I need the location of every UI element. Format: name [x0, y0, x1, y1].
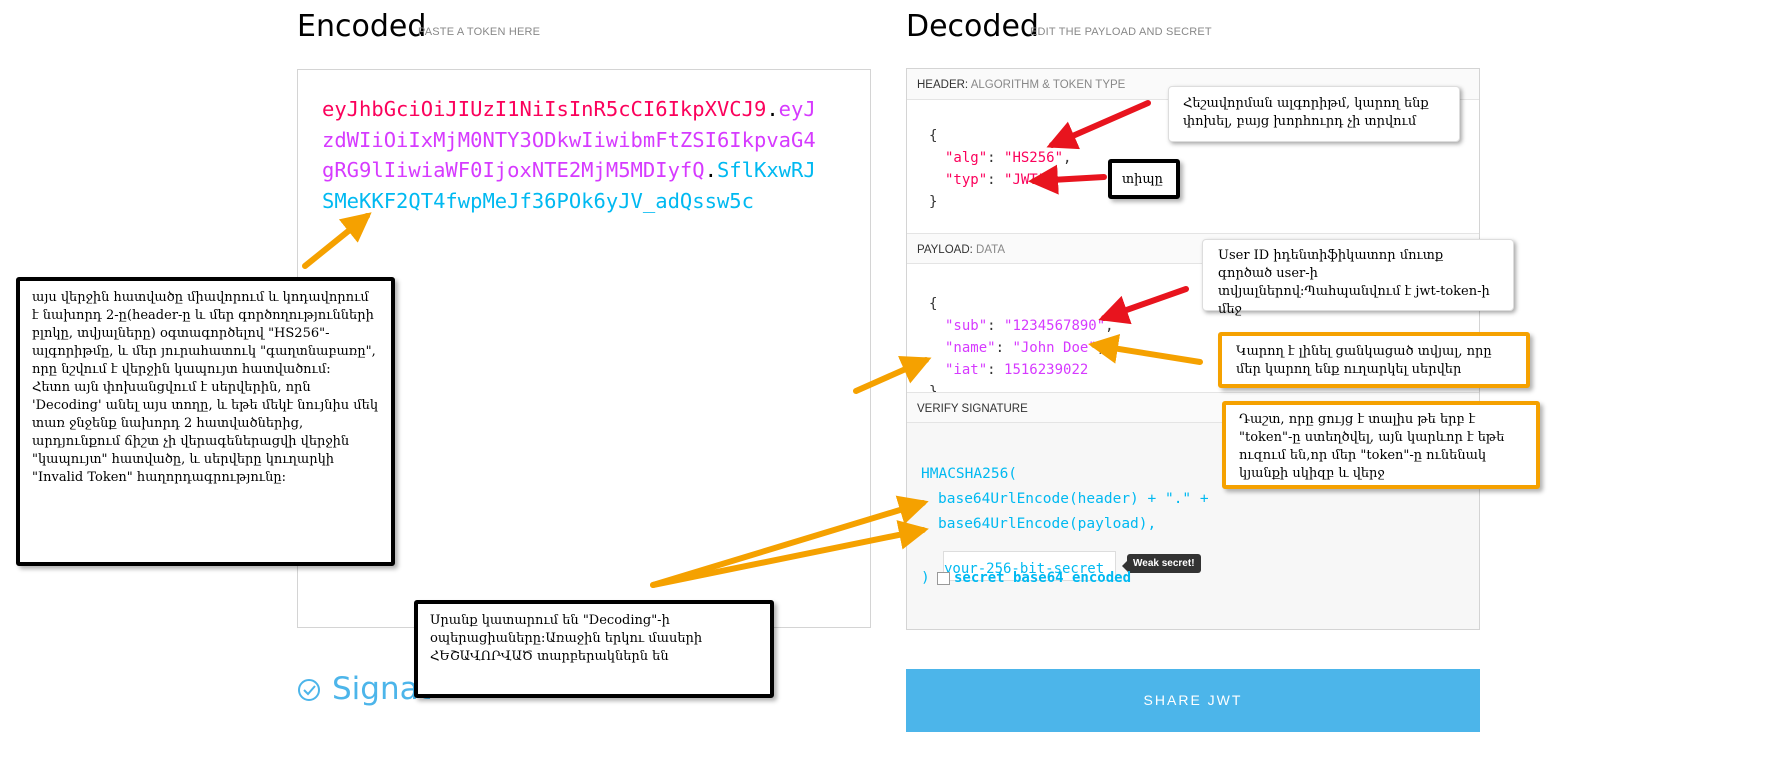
arrow-icon [302, 100, 1203, 588]
